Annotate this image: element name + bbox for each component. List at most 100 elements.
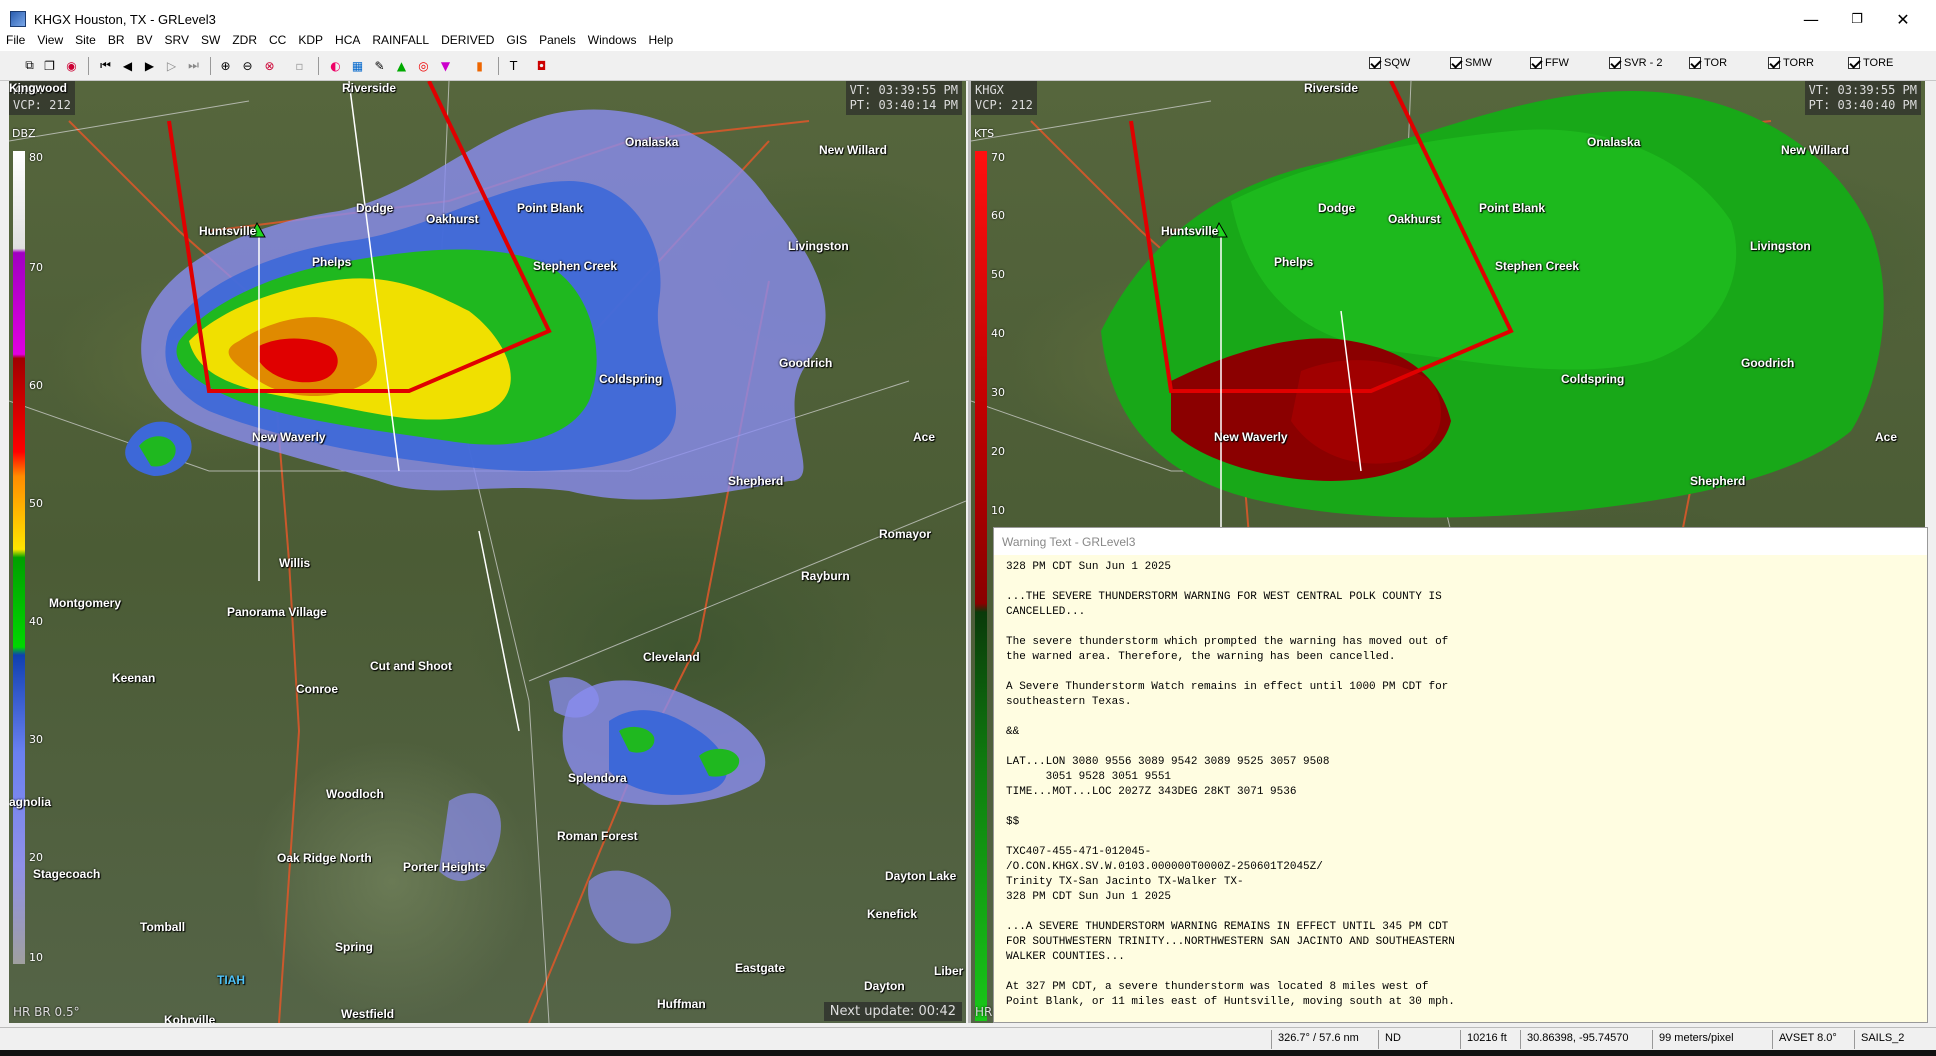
menu-gis[interactable]: GIS (500, 33, 533, 47)
copy-all-icon[interactable]: ❐ (40, 56, 59, 75)
menu-windows[interactable]: Windows (582, 33, 643, 47)
menu-file[interactable]: File (0, 33, 31, 47)
tvs-icon[interactable]: ▼ (436, 56, 455, 75)
app-icon (10, 11, 26, 27)
volume-time: VT: 03:39:55 PM (1808, 83, 1917, 97)
next-frame-icon[interactable]: ▷ (162, 56, 181, 75)
meso-icon[interactable]: ◎ (414, 56, 433, 75)
stop-icon[interactable]: ◘ (532, 56, 551, 75)
city-label: Montgomery (49, 596, 121, 610)
right-time-info: VT: 03:39:55 PM PT: 03:40:40 PM (1804, 81, 1921, 115)
city-label: Point Blank (517, 201, 584, 215)
city-label: Oakhurst (426, 212, 479, 226)
city-label: Panorama Village (227, 605, 327, 619)
first-frame-icon[interactable]: ⏮ (96, 56, 115, 75)
status-bearing: 326.7° / 57.6 nm (1271, 1030, 1378, 1049)
city-label: Phelps (312, 255, 352, 269)
city-label: New Waverly (252, 430, 326, 444)
city-label: Stephen Creek (1495, 259, 1580, 273)
menu-bv[interactable]: BV (131, 33, 159, 47)
zoom-out-icon[interactable]: ⊖ (238, 56, 257, 75)
checkbox-icon[interactable] (1530, 57, 1542, 69)
dbz-unit-label: DBZ (12, 127, 36, 140)
status-resolution: 99 meters/pixel (1652, 1030, 1772, 1049)
city-label: Shepherd (728, 474, 784, 488)
menu-hca[interactable]: HCA (329, 33, 366, 47)
filter-tor[interactable]: TOR (1689, 57, 1727, 69)
radar-overlay (9, 81, 966, 1023)
right-site-info: KHGX VCP: 212 (971, 81, 1037, 115)
city-label: Cleveland (643, 650, 700, 664)
checkbox-icon[interactable] (1768, 57, 1780, 69)
city-label: Kenefick (867, 907, 918, 921)
taskbar-edge (0, 1050, 1936, 1056)
city-label: Onalaska (625, 135, 679, 149)
city-label: Ace (913, 430, 936, 444)
table-icon[interactable]: ▦ (348, 56, 367, 75)
copy-icon[interactable]: ⧉ (20, 56, 39, 75)
last-frame-icon[interactable]: ⏭ (184, 56, 203, 75)
menu-zdr[interactable]: ZDR (226, 33, 263, 47)
menu-kdp[interactable]: KDP (292, 33, 329, 47)
storm-track-icon[interactable]: ▮ (470, 56, 489, 75)
velocity-echoes (1101, 91, 1884, 518)
hail-icon[interactable]: ▲ (392, 56, 411, 75)
city-label: Stagecoach (33, 867, 101, 881)
status-bar: 326.7° / 57.6 nm ND 10216 ft 30.86398, -… (0, 1027, 1936, 1050)
status-sails: SAILS_2 (1854, 1030, 1932, 1049)
menu-sw[interactable]: SW (195, 33, 226, 47)
menu-view[interactable]: View (31, 33, 69, 47)
filter-svr[interactable]: SVR - 2 (1609, 57, 1663, 69)
city-label: New Willard (819, 143, 887, 157)
globe-icon[interactable]: ◉ (62, 56, 81, 75)
measure-icon[interactable]: ✎ (370, 56, 389, 75)
checkbox-icon[interactable] (1450, 57, 1462, 69)
reflectivity-panel[interactable]: KHGX VCP: 212 VT: 03:39:55 PM PT: 03:40:… (9, 81, 966, 1023)
zoom-in-icon[interactable]: ⊕ (216, 56, 235, 75)
tilt-label: HR (975, 1005, 993, 1019)
warning-text-window[interactable]: Warning Text - GRLevel3 328 PM CDT Sun J… (993, 527, 1928, 1023)
next-update-timer: Next update: 00:42 (823, 1002, 962, 1021)
city-label: Coldspring (599, 372, 663, 386)
city-label: Point Blank (1479, 201, 1546, 215)
text-icon[interactable]: T (504, 56, 523, 75)
checkbox-icon[interactable] (1848, 57, 1860, 69)
color-table-icon[interactable]: ◐ (326, 56, 345, 75)
filter-torr[interactable]: TORR (1768, 57, 1814, 69)
checkbox-icon[interactable] (1609, 57, 1621, 69)
city-label: Woodloch (326, 787, 384, 801)
filter-sqw[interactable]: SQW (1369, 57, 1410, 69)
prev-frame-icon[interactable]: ◀ (118, 56, 137, 75)
filter-ffw[interactable]: FFW (1530, 57, 1569, 69)
checkbox-icon[interactable] (1689, 57, 1701, 69)
checkbox-icon[interactable] (1369, 57, 1381, 69)
menu-br[interactable]: BR (102, 33, 131, 47)
menu-cc[interactable]: CC (263, 33, 292, 47)
warning-window-title[interactable]: Warning Text - GRLevel3 (994, 528, 1927, 555)
site-id: KHGX (975, 83, 1004, 97)
city-label: Liber (934, 964, 964, 978)
menu-derived[interactable]: DERIVED (435, 33, 500, 47)
warning-text-body[interactable]: 328 PM CDT Sun Jun 1 2025 ...THE SEVERE … (994, 555, 1927, 1017)
city-label: Riverside (342, 81, 397, 95)
zoom-reset-icon[interactable]: ⊗ (260, 56, 279, 75)
filter-smw[interactable]: SMW (1450, 57, 1492, 69)
menu-help[interactable]: Help (642, 33, 679, 47)
menu-panels[interactable]: Panels (533, 33, 582, 47)
filter-tore[interactable]: TORE (1848, 57, 1893, 69)
city-label: Roman Forest (557, 829, 638, 843)
city-label: Goodrich (1741, 356, 1795, 370)
city-label: Cut and Shoot (370, 659, 452, 673)
city-label: Coldspring (1561, 372, 1625, 386)
menu-srv[interactable]: SRV (159, 33, 195, 47)
play-icon[interactable]: ▶ (140, 56, 159, 75)
status-avset: AVSET 8.0° (1772, 1030, 1854, 1049)
city-label: Phelps (1274, 255, 1314, 269)
menu-site[interactable]: Site (69, 33, 102, 47)
city-label: Rayburn (801, 569, 850, 583)
blank-icon[interactable]: ▫ (290, 56, 309, 75)
menu-rainfall[interactable]: RAINFALL (366, 33, 435, 47)
product-time: PT: 03:40:14 PM (849, 98, 958, 112)
tilt-label: HR BR 0.5° (13, 1005, 80, 1019)
city-label: agnolia (9, 795, 52, 809)
